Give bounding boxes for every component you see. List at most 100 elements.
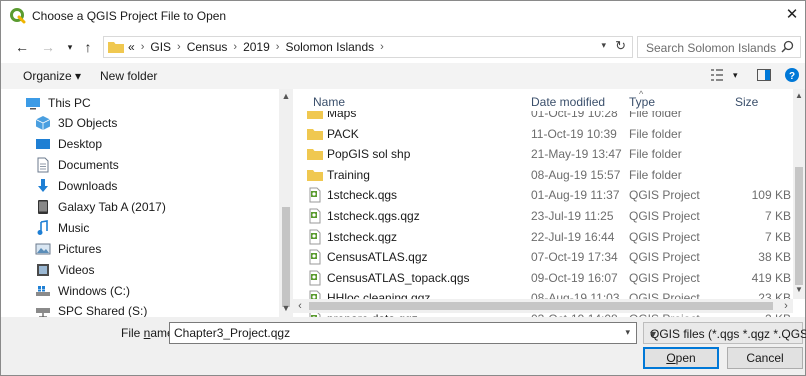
qgis-logo-icon: [10, 8, 26, 24]
column-header-name[interactable]: Name: [313, 95, 345, 109]
dialog-footer: File name: ▾ QGIS files (*.qgs *.qgz *.Q…: [1, 317, 806, 375]
scroll-thumb[interactable]: [309, 302, 773, 310]
scroll-down-icon[interactable]: ▼: [279, 303, 293, 313]
qgis-project-icon: [309, 187, 321, 203]
search-placeholder: Search Solomon Islands: [646, 41, 777, 55]
cancel-button[interactable]: Cancel: [727, 347, 803, 369]
file-date: 11-Oct-19 10:39: [531, 126, 617, 141]
nav-item-desktop[interactable]: Desktop: [35, 134, 102, 154]
scroll-down-icon[interactable]: ▼: [793, 285, 805, 294]
filename-field[interactable]: ▾: [169, 322, 637, 344]
nav-item-label: Music: [58, 221, 90, 235]
breadcrumb-item[interactable]: GIS: [150, 40, 171, 54]
nav-item-documents[interactable]: Documents: [35, 155, 119, 175]
table-row[interactable]: 1stcheck.qgs 01-Aug-19 11:37 QGIS Project 1…: [293, 185, 801, 205]
file-date: 09-Oct-19 16:07: [531, 270, 618, 285]
column-header-size[interactable]: Size: [735, 95, 758, 109]
breadcrumb-separator: ›: [233, 41, 238, 53]
table-row[interactable]: CensusATLAS_topack.qgs 09-Oct-19 16:07 QGI…: [293, 268, 801, 288]
breadcrumb-overflow[interactable]: «: [128, 40, 135, 54]
table-row[interactable]: 1stcheck.qgz 22-Jul-19 16:44 QGIS Project 7…: [293, 227, 801, 247]
address-dropdown-icon[interactable]: ▾: [601, 40, 606, 51]
up-arrow-icon[interactable]: ↑: [79, 39, 97, 55]
table-row[interactable]: PopGIS sol shp 21-May-19 13:47 File folder: [293, 144, 801, 164]
file-size: 38 KB: [758, 250, 791, 265]
window-title: Choose a QGIS Project File to Open: [32, 9, 227, 23]
nav-item-pictures[interactable]: Pictures: [35, 239, 101, 259]
table-row[interactable]: CensusATLAS.qgz 07-Oct-19 17:34 QGIS Proje…: [293, 247, 801, 267]
breadcrumb-separator: ›: [177, 41, 181, 53]
nav-item-galaxy-tab[interactable]: Galaxy Tab A (2017): [35, 197, 166, 217]
forward-arrow-icon[interactable]: →: [39, 39, 57, 55]
nav-item-label: This PC: [48, 96, 91, 110]
file-type-select[interactable]: QGIS files (*.qgs *.qgz *.QGS) ▾: [643, 322, 806, 344]
nav-item-windows-c[interactable]: Windows (C:): [35, 281, 130, 301]
navigation-scrollbar[interactable]: ▲ ▼: [279, 89, 293, 317]
file-type: QGIS Project: [629, 270, 700, 285]
column-header-type[interactable]: Type: [629, 95, 655, 109]
table-row[interactable]: PACK 11-Oct-19 10:39 File folder: [293, 124, 801, 144]
nav-item-label: Galaxy Tab A (2017): [58, 200, 166, 214]
downloads-icon: [38, 179, 48, 192]
title-bar[interactable]: Choose a QGIS Project File to Open ✕: [1, 1, 805, 31]
file-size: 7 KB: [764, 229, 791, 244]
filename-input[interactable]: [174, 324, 614, 342]
folder-icon: [307, 169, 323, 181]
refresh-icon[interactable]: ↻: [615, 38, 626, 54]
file-date: 23-Jul-19 11:25: [531, 209, 614, 223]
scroll-thumb[interactable]: [795, 167, 803, 285]
back-arrow-icon[interactable]: ←: [13, 39, 31, 55]
breadcrumb-item[interactable]: Solomon Islands: [285, 40, 374, 54]
breadcrumb-item[interactable]: 2019: [243, 40, 270, 54]
scroll-up-icon[interactable]: ▲: [279, 91, 293, 101]
scroll-up-icon[interactable]: ▲: [793, 91, 805, 100]
file-name: CensusATLAS_topack.qgs: [327, 270, 470, 285]
file-size: 419 KB: [751, 270, 791, 285]
file-name: Training: [327, 167, 370, 182]
file-name: 1stcheck.qgs.qgz: [327, 209, 420, 223]
table-row[interactable]: 1stcheck.qgs.qgz 23-Jul-19 11:25 QGIS Proj…: [293, 206, 801, 226]
file-name: PopGIS sol shp: [327, 147, 411, 162]
preview-pane-icon[interactable]: [757, 68, 771, 82]
recent-locations-chevron-icon[interactable]: ▾: [61, 39, 79, 55]
file-name: 1stcheck.qgz: [327, 229, 398, 244]
breadcrumb-separator: ›: [140, 41, 145, 53]
search-icon[interactable]: [781, 40, 794, 53]
3d-objects-icon: [35, 116, 51, 130]
new-folder-button[interactable]: New folder: [100, 69, 157, 83]
close-icon[interactable]: ✕: [783, 5, 801, 25]
file-type-dropdown-icon[interactable]: ▾: [650, 327, 798, 341]
view-options-icon[interactable]: [711, 68, 727, 82]
nav-item-3d-objects[interactable]: 3D Objects: [35, 113, 117, 133]
qgis-project-icon: [309, 270, 321, 286]
scroll-right-icon[interactable]: ›: [779, 299, 793, 313]
folder-icon: [307, 128, 323, 140]
table-row[interactable]: Training 08-Aug-19 15:57 File folder: [293, 165, 801, 185]
nav-item-videos[interactable]: Videos: [35, 260, 94, 280]
open-button[interactable]: Open: [643, 347, 719, 369]
column-header-date[interactable]: Date modified: [531, 95, 605, 109]
nav-item-music[interactable]: Music: [35, 218, 89, 238]
nav-item-label: Pictures: [58, 242, 102, 256]
file-date: 07-Oct-19 17:34: [531, 250, 618, 265]
folder-icon: [108, 42, 124, 53]
nav-item-label: Documents: [58, 158, 119, 172]
file-list-horizontal-scrollbar[interactable]: ‹ ›: [293, 299, 793, 313]
file-type: QGIS Project: [629, 229, 700, 244]
nav-item-this-pc[interactable]: This PC: [25, 93, 91, 113]
scroll-thumb[interactable]: [282, 207, 290, 307]
file-name: 1stcheck.qgs: [327, 188, 398, 203]
nav-item-downloads[interactable]: Downloads: [35, 176, 117, 196]
address-bar[interactable]: « › GIS › Census › 2019 › Solomon Island…: [103, 36, 633, 58]
address-row: ← → ▾ ↑ « › GIS › Census › 2019 › Solomo…: [1, 31, 805, 63]
help-icon[interactable]: ?: [785, 68, 799, 82]
search-input[interactable]: Search Solomon Islands: [637, 36, 801, 58]
view-dropdown-icon[interactable]: ▾: [733, 70, 738, 81]
breadcrumb-item[interactable]: Census: [187, 40, 228, 54]
nav-item-label: 3D Objects: [58, 116, 118, 130]
file-list-vertical-scrollbar[interactable]: ▲ ▼: [793, 89, 805, 299]
scroll-left-icon[interactable]: ‹: [293, 299, 307, 313]
filename-dropdown-icon[interactable]: ▾: [625, 327, 630, 338]
open-file-dialog: Choose a QGIS Project File to Open ✕ ← →…: [0, 0, 806, 376]
organize-button[interactable]: Organize ▾: [23, 69, 81, 83]
